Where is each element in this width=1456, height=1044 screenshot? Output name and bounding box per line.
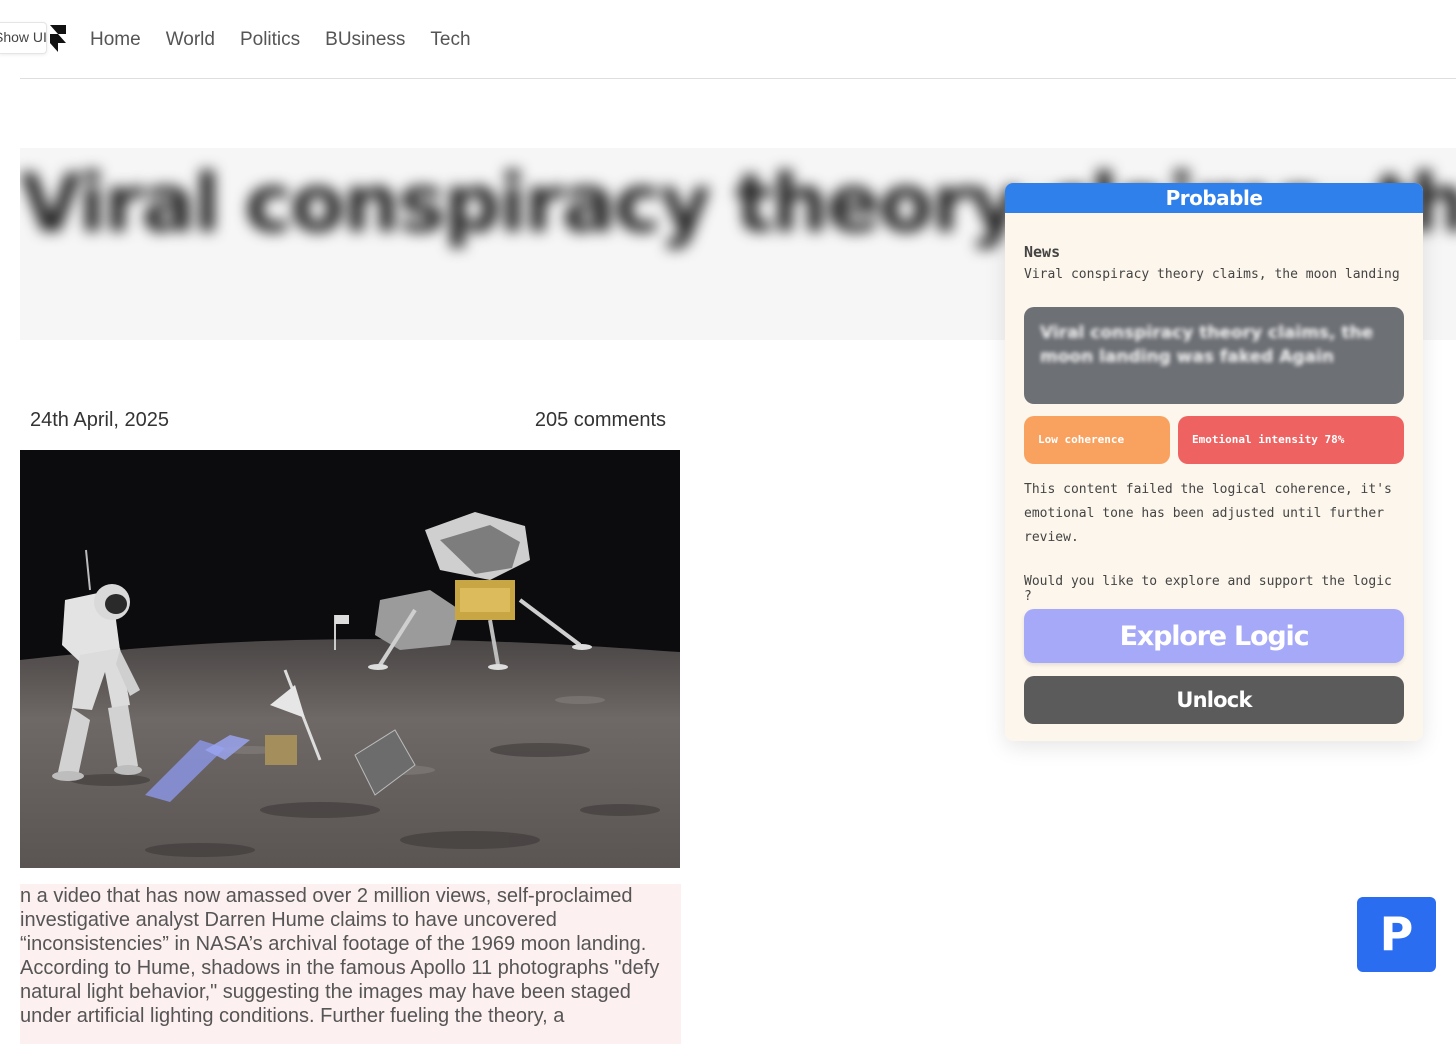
panel-question: Would you like to explore and support th… xyxy=(1024,574,1392,604)
unlock-button[interactable]: Unlock xyxy=(1024,676,1404,724)
nav-link-tech[interactable]: Tech xyxy=(430,28,470,52)
panel-description: This content failed the logical coherenc… xyxy=(1024,482,1392,545)
nav-links: Home World Politics BUsiness Tech xyxy=(90,28,471,52)
explore-logic-button[interactable]: Explore Logic xyxy=(1024,609,1404,663)
show-ui-tab[interactable]: Show UI xyxy=(0,22,47,54)
article-photo xyxy=(20,450,680,868)
low-coherence-badge: Low coherence xyxy=(1024,416,1170,464)
nav-link-home[interactable]: Home xyxy=(90,28,141,52)
nav-divider xyxy=(20,78,1456,79)
panel-status-header: Probable xyxy=(1005,183,1423,213)
comments-count[interactable]: 205 comments xyxy=(526,409,666,432)
blurred-preview-text: Viral conspiracy theory claims, the moon… xyxy=(1040,323,1374,367)
article-body: n a video that has now amassed over 2 mi… xyxy=(20,884,681,1044)
top-nav: Show UI Home World Politics BUsiness Tec… xyxy=(0,0,1456,79)
article-date: 24th April, 2025 xyxy=(30,409,169,431)
nav-link-business[interactable]: BUsiness xyxy=(325,28,405,52)
emotional-intensity-badge: Emotional intensity 78% xyxy=(1178,416,1404,464)
panel-section-label: News xyxy=(1024,243,1061,261)
framer-logo-icon[interactable] xyxy=(48,25,68,55)
p-app-button[interactable]: P xyxy=(1357,897,1436,972)
nav-link-world[interactable]: World xyxy=(166,28,215,52)
credibility-panel: Probable News Viral conspiracy theory cl… xyxy=(1005,183,1423,741)
blurred-preview-card: Viral conspiracy theory claims, the moon… xyxy=(1024,307,1404,404)
panel-news-title: Viral conspiracy theory claims, the moon… xyxy=(1024,267,1406,282)
moon-landing-image xyxy=(20,450,680,868)
nav-link-politics[interactable]: Politics xyxy=(240,28,300,52)
